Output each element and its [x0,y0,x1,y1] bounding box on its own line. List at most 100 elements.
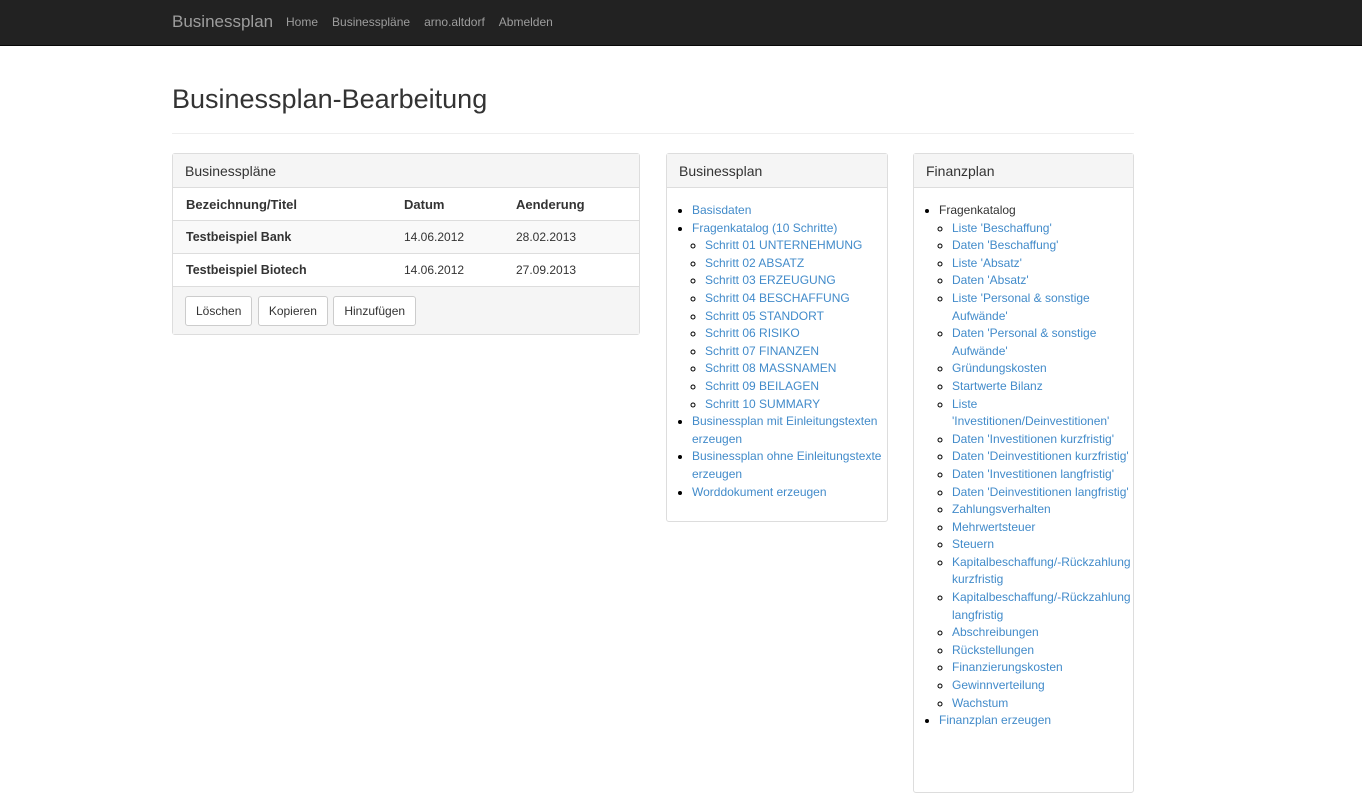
link-word-document[interactable]: Worddokument erzeugen [692,485,827,499]
nav-link-user[interactable]: arno.altdorf [424,15,485,29]
link-step[interactable]: Schritt 07 FINANZEN [705,344,819,358]
businessplaene-panel: Businesspläne Bezeichnung/Titel Datum Ae… [172,153,640,335]
link-generate-with-intro[interactable]: Businessplan mit Einleitungstexten erzeu… [692,414,877,446]
navbar-links: Home Businesspläne arno.altdorf Abmelden [286,15,567,29]
link-step[interactable]: Schritt 04 BESCHAFFUNG [705,291,850,305]
top-navbar: Businessplan Home Businesspläne arno.alt… [0,0,1362,46]
list-item: Schritt 08 MASSNAMEN [705,360,887,378]
column-header-title: Bezeichnung/Titel [173,188,391,221]
list-item: Finanzierungskosten [952,659,1133,677]
businessplan-menu: Basisdaten Fragenkatalog (10 Schritte) S… [667,202,887,501]
nav-link-home[interactable]: Home [286,15,318,29]
link-fragenkatalog[interactable]: Fragenkatalog (10 Schritte) [692,221,837,235]
link-finanz-item[interactable]: Zahlungsverhalten [952,502,1051,516]
list-item: Fragenkatalog Liste 'Beschaffung' Daten … [939,202,1133,712]
link-step[interactable]: Schritt 08 MASSNAMEN [705,361,836,375]
link-step[interactable]: Schritt 05 STANDORT [705,309,824,323]
finanzplan-items-list: Liste 'Beschaffung' Daten 'Beschaffung' … [939,220,1133,713]
link-step[interactable]: Schritt 10 SUMMARY [705,397,820,411]
delete-button[interactable]: Löschen [185,296,253,326]
list-item: Liste 'Personal & sonstige Aufwände' [952,290,1133,325]
link-finanz-item[interactable]: Daten 'Deinvestitionen langfristig' [952,485,1129,499]
link-finanz-item[interactable]: Liste 'Absatz' [952,256,1022,270]
link-generate-without-intro[interactable]: Businessplan ohne Einleitungstexte erzeu… [692,449,881,481]
list-item: Steuern [952,536,1133,554]
link-finanz-item[interactable]: Startwerte Bilanz [952,379,1043,393]
link-finanz-item[interactable]: Liste 'Investitionen/Deinvestitionen' [952,397,1109,429]
column-header-date: Datum [391,188,503,221]
link-finanz-item[interactable]: Daten 'Deinvestitionen kurzfristig' [952,449,1129,463]
list-item: Fragenkatalog (10 Schritte) Schritt 01 U… [692,220,887,414]
list-item: Schritt 05 STANDORT [705,308,887,326]
add-button[interactable]: Hinzufügen [333,296,417,326]
list-item: Schritt 10 SUMMARY [705,396,887,414]
link-step[interactable]: Schritt 03 ERZEUGUNG [705,273,836,287]
table-row[interactable]: Testbeispiel Bank 14.06.2012 28.02.2013 [173,220,639,254]
businessplaene-panel-heading: Businesspläne [173,154,639,188]
list-item: Schritt 04 BESCHAFFUNG [705,290,887,308]
link-finanz-item[interactable]: Finanzierungskosten [952,660,1063,674]
link-finanz-item[interactable]: Wachstum [952,696,1008,710]
list-item: Finanzplan erzeugen [939,712,1133,730]
link-finanz-item[interactable]: Daten 'Beschaffung' [952,238,1058,252]
list-item: Liste 'Absatz' [952,255,1133,273]
list-item: Zahlungsverhalten [952,501,1133,519]
list-item: Schritt 01 UNTERNEHMUNG [705,237,887,255]
list-item: Worddokument erzeugen [692,484,887,502]
list-item: Schritt 07 FINANZEN [705,343,887,361]
link-finanz-item[interactable]: Rückstellungen [952,643,1034,657]
finanzplan-panel-heading: Finanzplan [914,154,1133,188]
plan-date: 14.06.2012 [391,220,503,254]
list-item: Schritt 06 RISIKO [705,325,887,343]
link-step[interactable]: Schritt 09 BEILAGEN [705,379,819,393]
link-finanz-item[interactable]: Daten 'Personal & sonstige Aufwände' [952,326,1096,358]
list-item: Gründungskosten [952,360,1133,378]
navbar-brand[interactable]: Businessplan [172,12,273,32]
link-finanz-item[interactable]: Kapitalbeschaffung/-Rückzahlung kurzfris… [952,555,1131,587]
steps-list: Schritt 01 UNTERNEHMUNG Schritt 02 ABSAT… [692,237,887,413]
list-item: Gewinnverteilung [952,677,1133,695]
link-finanz-item[interactable]: Gewinnverteilung [952,678,1045,692]
list-item: Schritt 03 ERZEUGUNG [705,272,887,290]
link-finanz-item[interactable]: Daten 'Investitionen kurzfristig' [952,432,1114,446]
list-item: Schritt 02 ABSATZ [705,255,887,273]
link-finanz-item[interactable]: Daten 'Absatz' [952,273,1029,287]
finanzplan-menu: Fragenkatalog Liste 'Beschaffung' Daten … [914,202,1133,730]
copy-button[interactable]: Kopieren [257,296,328,326]
link-step[interactable]: Schritt 06 RISIKO [705,326,800,340]
link-finanz-item[interactable]: Daten 'Investitionen langfristig' [952,467,1114,481]
link-step[interactable]: Schritt 01 UNTERNEHMUNG [705,238,862,252]
table-row[interactable]: Testbeispiel Biotech 14.06.2012 27.09.20… [173,253,639,286]
list-item: Rückstellungen [952,642,1133,660]
list-item: Basisdaten [692,202,887,220]
list-item: Schritt 09 BEILAGEN [705,378,887,396]
page-title: Businessplan-Bearbeitung [172,84,488,114]
nav-link-businessplaene[interactable]: Businesspläne [332,15,410,29]
list-item: Daten 'Beschaffung' [952,237,1133,255]
plan-title: Testbeispiel Biotech [173,253,391,286]
link-finanz-item[interactable]: Gründungskosten [952,361,1047,375]
plans-panel-footer: Löschen Kopieren Hinzufügen [173,286,639,334]
link-finanz-item[interactable]: Kapitalbeschaffung/-Rückzahlung langfris… [952,590,1131,622]
nav-link-logout[interactable]: Abmelden [499,15,553,29]
list-item: Kapitalbeschaffung/-Rückzahlung kurzfris… [952,554,1133,589]
list-item: Wachstum [952,695,1133,713]
link-finanz-item[interactable]: Liste 'Beschaffung' [952,221,1052,235]
list-item: Abschreibungen [952,624,1133,642]
link-basisdaten[interactable]: Basisdaten [692,203,751,217]
plan-changed: 27.09.2013 [503,253,639,286]
finanzplan-panel: Finanzplan Fragenkatalog Liste 'Beschaff… [913,153,1134,793]
list-item: Daten 'Investitionen kurzfristig' [952,431,1133,449]
link-finanz-item[interactable]: Steuern [952,537,994,551]
link-finanz-item[interactable]: Abschreibungen [952,625,1039,639]
list-item: Businessplan mit Einleitungstexten erzeu… [692,413,887,448]
list-item: Daten 'Absatz' [952,272,1133,290]
link-finanzplan-generate[interactable]: Finanzplan erzeugen [939,713,1051,727]
businessplan-panel: Businessplan Basisdaten Fragenkatalog (1… [666,153,888,522]
link-finanz-item[interactable]: Mehrwertsteuer [952,520,1035,534]
list-item: Startwerte Bilanz [952,378,1133,396]
link-step[interactable]: Schritt 02 ABSATZ [705,256,804,270]
businessplan-panel-heading: Businessplan [667,154,887,188]
link-finanz-item[interactable]: Liste 'Personal & sonstige Aufwände' [952,291,1090,323]
list-item: Daten 'Deinvestitionen langfristig' [952,484,1133,502]
